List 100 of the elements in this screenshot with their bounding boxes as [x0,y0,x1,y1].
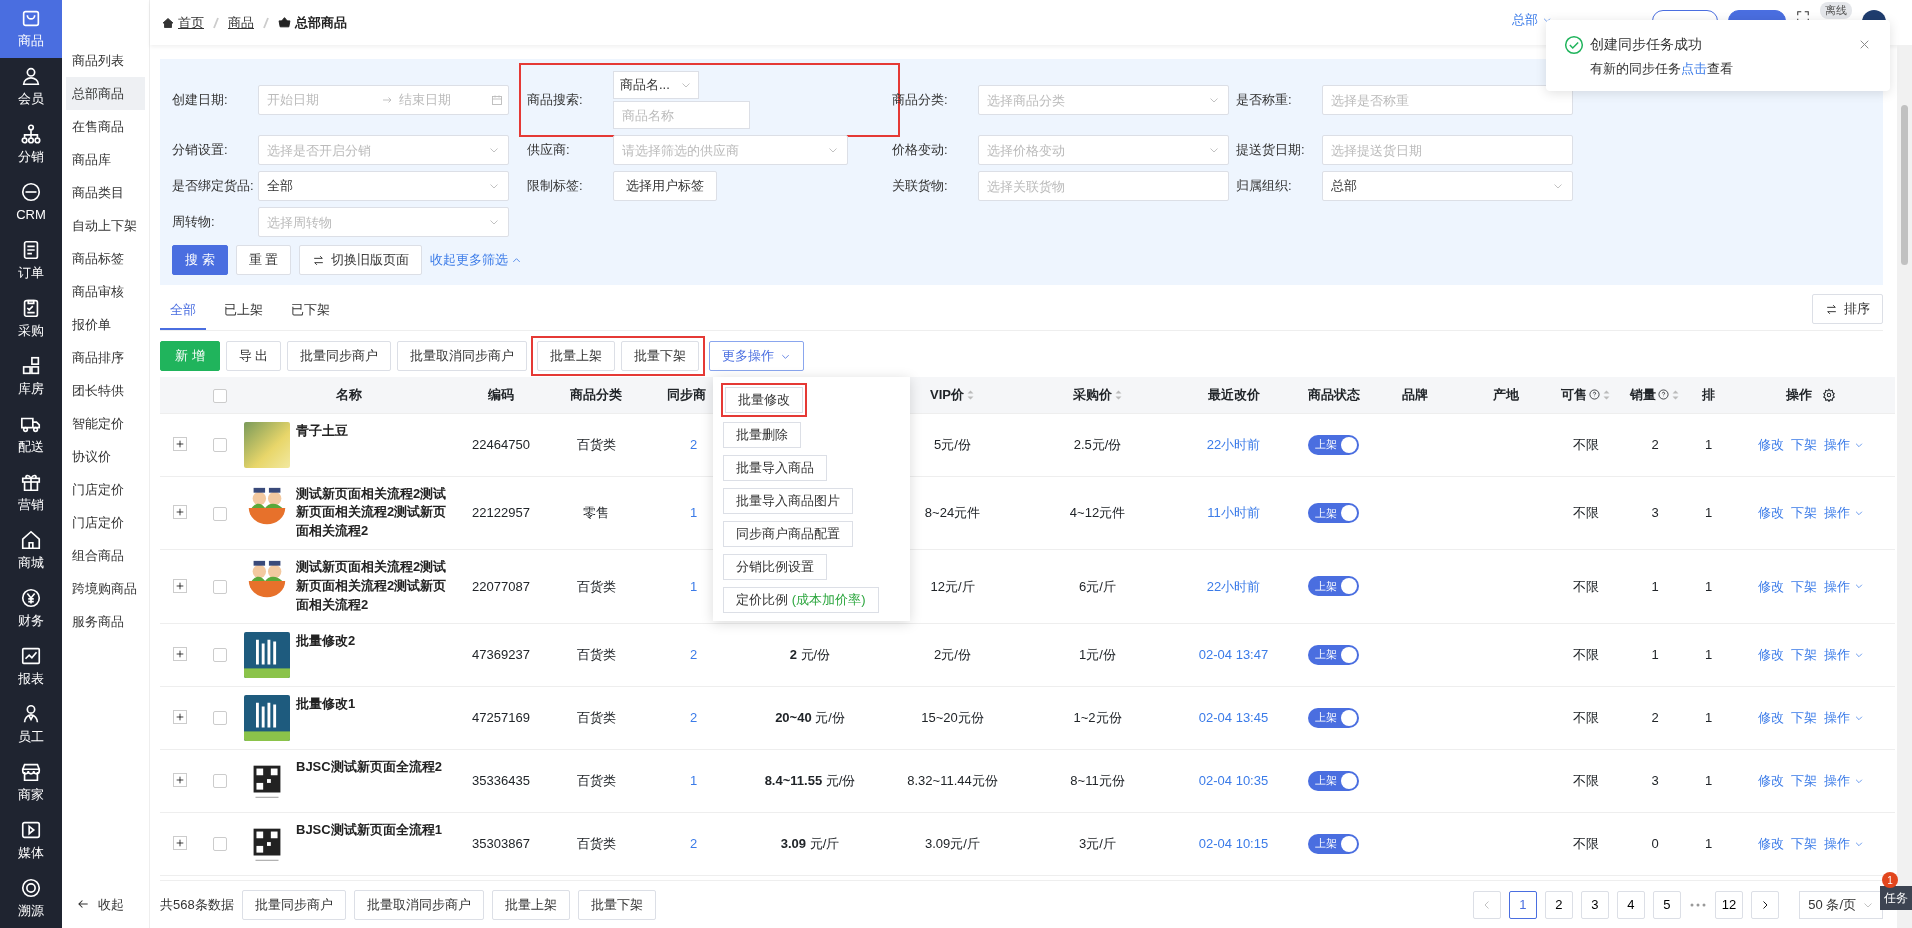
action-link[interactable]: 操作 [1824,503,1864,523]
close-icon[interactable] [1858,38,1871,51]
search-button[interactable]: 搜 索 [172,245,228,275]
select-field[interactable]: 请选择筛选的供应商 [613,135,848,165]
view-link[interactable]: 点击 [1681,61,1707,76]
sync-count-link[interactable]: 2 [689,709,698,725]
menu-item[interactable]: 批量导入商品 [723,455,828,481]
submenu-item[interactable]: 报价单 [66,308,145,341]
rail-item[interactable]: 媒体 [0,812,62,870]
submenu-item[interactable]: 协议价 [66,440,145,473]
footer-button[interactable]: 批量上架 [491,889,570,920]
page-button[interactable]: 3 [1580,890,1609,919]
sync-count-link[interactable]: 2 [689,436,698,452]
date-input[interactable]: 结束日期 [399,90,479,110]
breadcrumb-item[interactable]: 首页 [162,12,204,33]
action-link[interactable]: 修改 [1758,707,1784,728]
rail-item[interactable]: 财务 [0,580,62,638]
action-link[interactable]: 修改 [1758,434,1784,455]
menu-item[interactable]: 分销比例设置 [723,554,828,580]
price-change-link[interactable]: 02-04 13:47 [1198,646,1269,662]
task-button[interactable]: 任务 [1880,886,1912,910]
action-link[interactable]: 下架 [1791,434,1817,455]
submenu-item[interactable]: 门店定价 [66,506,145,539]
action-link[interactable]: 操作 [1824,770,1864,791]
switch-version-button[interactable]: 切换旧版页面 [299,245,423,275]
action-link[interactable]: 操作 [1824,833,1864,854]
row-checkbox[interactable] [213,774,227,789]
input-field[interactable]: 选择关联货物 [978,171,1229,201]
action-link[interactable]: 操作 [1824,434,1864,455]
action-link[interactable]: 下架 [1791,503,1817,523]
status-toggle[interactable]: 上架 [1308,833,1359,854]
page-button[interactable]: 2 [1544,890,1573,919]
row-checkbox[interactable] [213,580,227,595]
action-link[interactable]: 下架 [1791,833,1817,854]
action-link[interactable]: 操作 [1824,576,1864,597]
footer-button[interactable]: 批量同步商户 [241,889,346,920]
status-toggle[interactable]: 上架 [1308,502,1359,523]
rail-item[interactable]: CRM [0,174,62,232]
rail-item[interactable]: 员工 [0,696,62,754]
submenu-item[interactable]: 商品列表 [66,44,145,77]
search-type-select[interactable]: 商品名... [613,71,699,99]
menu-item[interactable]: 批量修改 [725,387,804,413]
toolbar-button[interactable]: 批量同步商户 [287,341,392,371]
tab[interactable]: 已上架 [214,299,273,330]
reset-button[interactable]: 重 置 [235,245,292,275]
status-toggle[interactable]: 上架 [1308,770,1359,791]
action-link[interactable]: 修改 [1758,503,1784,523]
rail-item[interactable]: 配送 [0,406,62,464]
price-change-link[interactable]: 02-04 13:45 [1198,709,1269,725]
price-change-link[interactable]: 02-04 10:35 [1198,772,1269,788]
select-field[interactable]: 选择价格变动 [978,135,1229,165]
action-link[interactable]: 下架 [1791,644,1817,665]
select-field[interactable]: 选择周转物 [258,207,509,237]
toolbar-button[interactable]: 批量上架 [537,341,616,371]
price-change-link[interactable]: 22小时前 [1206,578,1261,594]
select-field[interactable]: 选择商品分类 [978,85,1229,115]
toolbar-button[interactable]: 批量下架 [621,341,700,371]
submenu-item[interactable]: 组合商品 [66,539,145,572]
more-actions-button[interactable]: 更多操作 [709,341,805,371]
page-button[interactable]: 12 [1714,890,1744,919]
sort-button[interactable]: 排序 [1812,294,1883,324]
select-field[interactable]: 全部 [258,171,509,201]
collapse-button[interactable]: 收起 [62,894,149,928]
settings-icon[interactable] [1822,387,1836,402]
row-checkbox[interactable] [213,711,227,726]
search-field[interactable]: 商品名称 [613,101,750,129]
tab[interactable]: 全部 [160,299,206,330]
submenu-item[interactable]: 商品类目 [66,176,145,209]
action-link[interactable]: 下架 [1791,770,1817,791]
submenu-item[interactable]: 服务商品 [66,605,145,638]
status-toggle[interactable]: 上架 [1308,434,1359,455]
action-link[interactable]: 下架 [1791,707,1817,728]
rail-item[interactable]: 会员 [0,58,62,116]
submenu-item[interactable]: 智能定价 [66,407,145,440]
page-button[interactable]: 4 [1616,890,1645,919]
action-link[interactable]: 修改 [1758,833,1784,854]
footer-button[interactable]: 批量取消同步商户 [353,889,484,920]
rail-item[interactable]: 商城 [0,522,62,580]
submenu-item[interactable]: 门店定价 [66,473,145,506]
select-field[interactable]: 选择是否开启分销 [258,135,509,165]
input-field[interactable]: 选择是否称重 [1322,85,1573,115]
expand-button[interactable] [173,772,187,787]
breadcrumb-item[interactable]: 商品 [228,12,254,33]
expand-button[interactable] [173,578,187,593]
submenu-item[interactable]: 商品标签 [66,242,145,275]
expand-button[interactable] [173,646,187,661]
rail-item[interactable]: 分销 [0,116,62,174]
price-change-link[interactable]: 22小时前 [1206,436,1261,452]
sync-count-link[interactable]: 1 [689,505,698,520]
date-range-field[interactable]: 开始日期 结束日期 [258,85,509,115]
submenu-item[interactable]: 商品库 [66,143,145,176]
prev-page-button[interactable] [1472,890,1501,919]
submenu-item[interactable]: 在售商品 [66,110,145,143]
toolbar-button[interactable]: 批量取消同步商户 [397,341,528,371]
scrollbar[interactable] [1897,45,1912,928]
next-page-button[interactable] [1751,890,1780,919]
rail-item[interactable]: 库房 [0,348,62,406]
row-checkbox[interactable] [213,837,227,852]
action-link[interactable]: 操作 [1824,707,1864,728]
status-toggle[interactable]: 上架 [1308,644,1359,665]
